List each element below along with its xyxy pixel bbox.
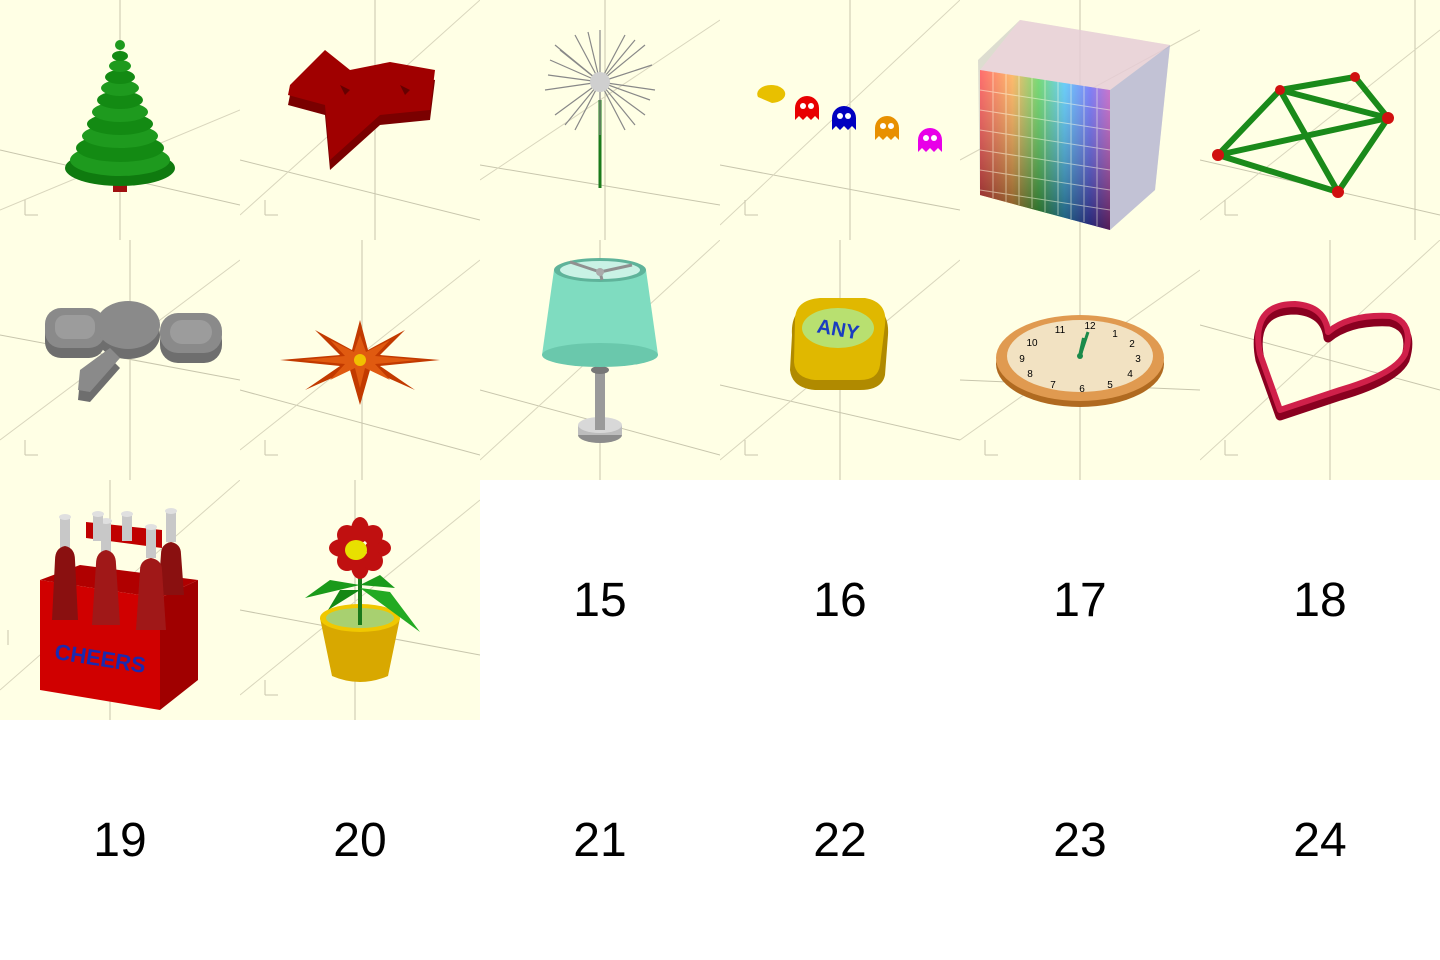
grey-keychain-icon [0, 240, 240, 480]
thumbnail-wall-clock[interactable]: 12 1 2 3 4 5 6 7 8 9 10 11 [960, 240, 1200, 480]
green-frame-icon [1200, 0, 1440, 240]
dandelion-icon [480, 0, 720, 240]
clock-numeral-12: 12 [1084, 321, 1096, 332]
clock-numeral-4: 4 [1127, 369, 1133, 380]
thumbnail-pacman[interactable] [720, 0, 960, 240]
placeholder-number: 22 [813, 813, 867, 867]
clock-numeral-10: 10 [1026, 338, 1038, 349]
thumbnail-orange-flower[interactable] [240, 240, 480, 480]
placeholder-number: 21 [573, 813, 627, 867]
placeholder-number: 17 [1053, 573, 1107, 627]
any-key-icon: ANY [720, 240, 960, 480]
beer-pack-icon: CHEERS [0, 480, 240, 720]
placeholder-cell: 22 [720, 720, 960, 960]
placeholder-number: 23 [1053, 813, 1107, 867]
potted-flower-icon [240, 480, 480, 720]
thumbnail-table-lamp[interactable] [480, 240, 720, 480]
clock-numeral-6: 6 [1079, 384, 1085, 395]
thumbnail-dandelion[interactable] [480, 0, 720, 240]
clock-numeral-11: 11 [1055, 325, 1066, 336]
thumbnail-grid: ANY 12 1 2 3 4 5 6 7 8 9 10 11 CHEERS 15… [0, 0, 1440, 960]
placeholder-number: 18 [1293, 573, 1347, 627]
clock-numeral-7: 7 [1050, 380, 1056, 391]
color-cube-icon [960, 0, 1200, 240]
orange-flower-icon [240, 240, 480, 480]
placeholder-cell: 21 [480, 720, 720, 960]
pacman-ghosts-icon [720, 0, 960, 240]
heart-cutter-icon [1200, 240, 1440, 480]
thumbnail-potted-flower[interactable] [240, 480, 480, 720]
thumbnail-christmas-tree[interactable] [0, 0, 240, 240]
table-lamp-icon [480, 240, 720, 480]
red-star-shape-icon [240, 0, 480, 240]
thumbnail-color-cube[interactable] [960, 0, 1200, 240]
placeholder-number: 20 [333, 813, 387, 867]
placeholder-number: 16 [813, 573, 867, 627]
placeholder-cell: 19 [0, 720, 240, 960]
clock-numeral-8: 8 [1027, 369, 1033, 380]
thumbnail-green-frame[interactable] [1200, 0, 1440, 240]
thumbnail-red-star[interactable] [240, 0, 480, 240]
thumbnail-beer-pack[interactable]: CHEERS [0, 480, 240, 720]
clock-numeral-2: 2 [1129, 339, 1135, 350]
clock-numeral-3: 3 [1135, 354, 1141, 365]
wall-clock-icon: 12 1 2 3 4 5 6 7 8 9 10 11 [960, 240, 1200, 480]
clock-numeral-5: 5 [1107, 380, 1113, 391]
thumbnail-grey-plate[interactable] [0, 240, 240, 480]
placeholder-number: 15 [573, 573, 627, 627]
clock-numeral-1: 1 [1112, 329, 1118, 340]
placeholder-cell: 16 [720, 480, 960, 720]
placeholder-cell: 24 [1200, 720, 1440, 960]
placeholder-number: 24 [1293, 813, 1347, 867]
thumbnail-any-key[interactable]: ANY [720, 240, 960, 480]
placeholder-cell: 23 [960, 720, 1200, 960]
placeholder-cell: 20 [240, 720, 480, 960]
placeholder-cell: 15 [480, 480, 720, 720]
thumbnail-heart-cutter[interactable] [1200, 240, 1440, 480]
clock-numeral-9: 9 [1019, 354, 1025, 365]
placeholder-cell: 18 [1200, 480, 1440, 720]
placeholder-number: 19 [93, 813, 147, 867]
placeholder-cell: 17 [960, 480, 1200, 720]
christmas-tree-icon [0, 0, 240, 240]
